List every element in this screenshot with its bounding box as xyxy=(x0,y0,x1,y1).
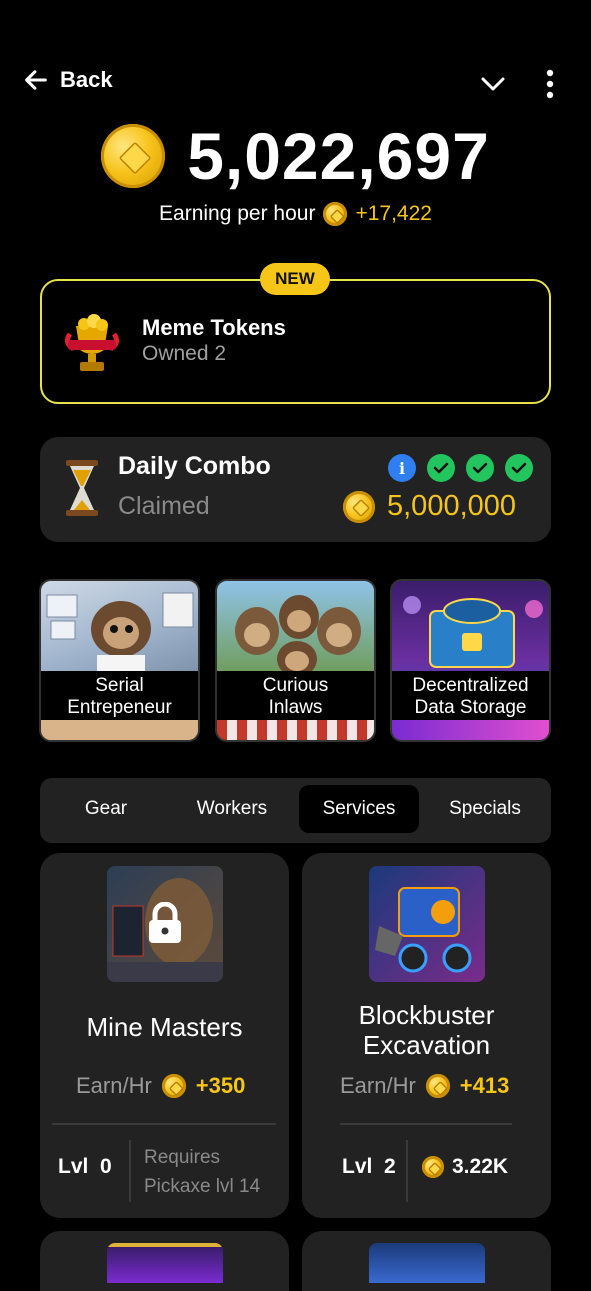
balance-value: 5,022,697 xyxy=(187,119,490,193)
chevron-down-icon[interactable] xyxy=(478,70,508,98)
earning-value: +17,422 xyxy=(355,202,432,225)
upgrade-image xyxy=(107,1243,223,1283)
promo-card-caption: Serial Entrepeneur xyxy=(41,671,198,722)
lock-icon xyxy=(149,902,181,943)
caption-line: Data Storage xyxy=(414,696,527,718)
caption-line: Entrepeneur xyxy=(67,696,172,718)
sloth-businessman-illustration xyxy=(46,592,194,673)
back-label: Back xyxy=(60,67,113,92)
caption-line: Decentralized xyxy=(412,674,529,696)
upgrade-cost: 3.22K xyxy=(422,1155,508,1179)
data-storage-illustration xyxy=(403,596,543,668)
arrow-left-icon xyxy=(25,70,47,90)
caption-line: Inlaws xyxy=(268,696,323,718)
crypto-excavator-illustration xyxy=(375,887,472,973)
upgrade-name-line: Blockbuster xyxy=(358,1000,495,1030)
upgrade-requirement: Requires Pickaxe lvl 14 xyxy=(144,1143,260,1201)
check-icon xyxy=(427,454,455,482)
upgrade-level: Lvl 0 xyxy=(58,1155,112,1178)
promo-card-serial-entrepeneur[interactable]: Serial Entrepeneur xyxy=(39,579,200,742)
upgrade-cost-value: 3.22K xyxy=(452,1155,509,1178)
earn-label: Earn/Hr xyxy=(340,1073,416,1098)
requirement-line: Requires xyxy=(144,1147,221,1168)
promo-card-caption: Decentralized Data Storage xyxy=(392,671,549,722)
trophy-icon xyxy=(64,314,120,371)
coin-icon xyxy=(101,124,166,188)
tab-services[interactable]: Services xyxy=(299,785,419,833)
sloth-family-illustration xyxy=(235,595,361,673)
tab-gear[interactable]: Gear xyxy=(46,785,166,833)
upgrade-name-line: Excavation xyxy=(362,1030,491,1060)
earn-row: Earn/Hr +350 xyxy=(76,1073,245,1099)
coin-icon xyxy=(425,1074,450,1098)
coin-icon xyxy=(422,1156,444,1178)
daily-combo-status: Claimed xyxy=(118,492,210,520)
earning-label: Earning per hour xyxy=(159,202,316,225)
divider xyxy=(340,1123,512,1125)
requirement-line: Pickaxe lvl 14 xyxy=(144,1176,261,1197)
divider xyxy=(52,1123,276,1125)
coin-icon xyxy=(323,202,348,226)
combo-reward: 5,000,000 xyxy=(343,490,516,523)
tab-specials[interactable]: Specials xyxy=(425,785,545,833)
tab-workers[interactable]: Workers xyxy=(172,785,292,833)
combo-reward-value: 5,000,000 xyxy=(387,490,517,522)
more-options-icon[interactable] xyxy=(538,68,562,100)
promo-card-curious-inlaws[interactable]: Curious Inlaws xyxy=(215,579,376,742)
upgrade-name: Blockbuster Excavation xyxy=(302,1000,551,1060)
caption-line: Curious xyxy=(262,674,329,696)
check-icon xyxy=(466,454,494,482)
earning-row: Earning per hour +17,422 xyxy=(0,202,591,226)
meme-tokens-title: Meme Tokens xyxy=(142,315,286,340)
promo-card-caption: Curious Inlaws xyxy=(217,671,374,722)
earn-label: Earn/Hr xyxy=(76,1073,152,1098)
upgrade-image xyxy=(369,1243,485,1283)
upgrade-level: Lvl 2 xyxy=(342,1155,396,1178)
coin-icon xyxy=(161,1074,186,1098)
info-icon[interactable]: i xyxy=(388,454,416,482)
daily-combo-title: Daily Combo xyxy=(118,452,271,480)
combo-status-icons: i xyxy=(388,454,533,482)
new-badge: NEW xyxy=(260,263,330,295)
earn-value: +413 xyxy=(459,1073,510,1098)
divider xyxy=(406,1140,408,1202)
upgrade-name: Mine Masters xyxy=(86,1012,243,1042)
blockbuster-excavation-image xyxy=(369,866,485,982)
meme-tokens-owned: Owned 2 xyxy=(142,342,227,365)
coin-icon xyxy=(343,490,375,523)
divider xyxy=(129,1140,131,1202)
hourglass-icon xyxy=(66,460,98,516)
caption-line: Serial xyxy=(95,674,144,696)
check-icon xyxy=(505,454,533,482)
back-button[interactable]: Back xyxy=(22,66,113,94)
balance-row: 5,022,697 xyxy=(0,120,591,192)
promo-card-decentralized-data-storage[interactable]: Decentralized Data Storage xyxy=(390,579,551,742)
earn-row: Earn/Hr +413 xyxy=(340,1073,509,1099)
earn-value: +350 xyxy=(195,1073,246,1098)
